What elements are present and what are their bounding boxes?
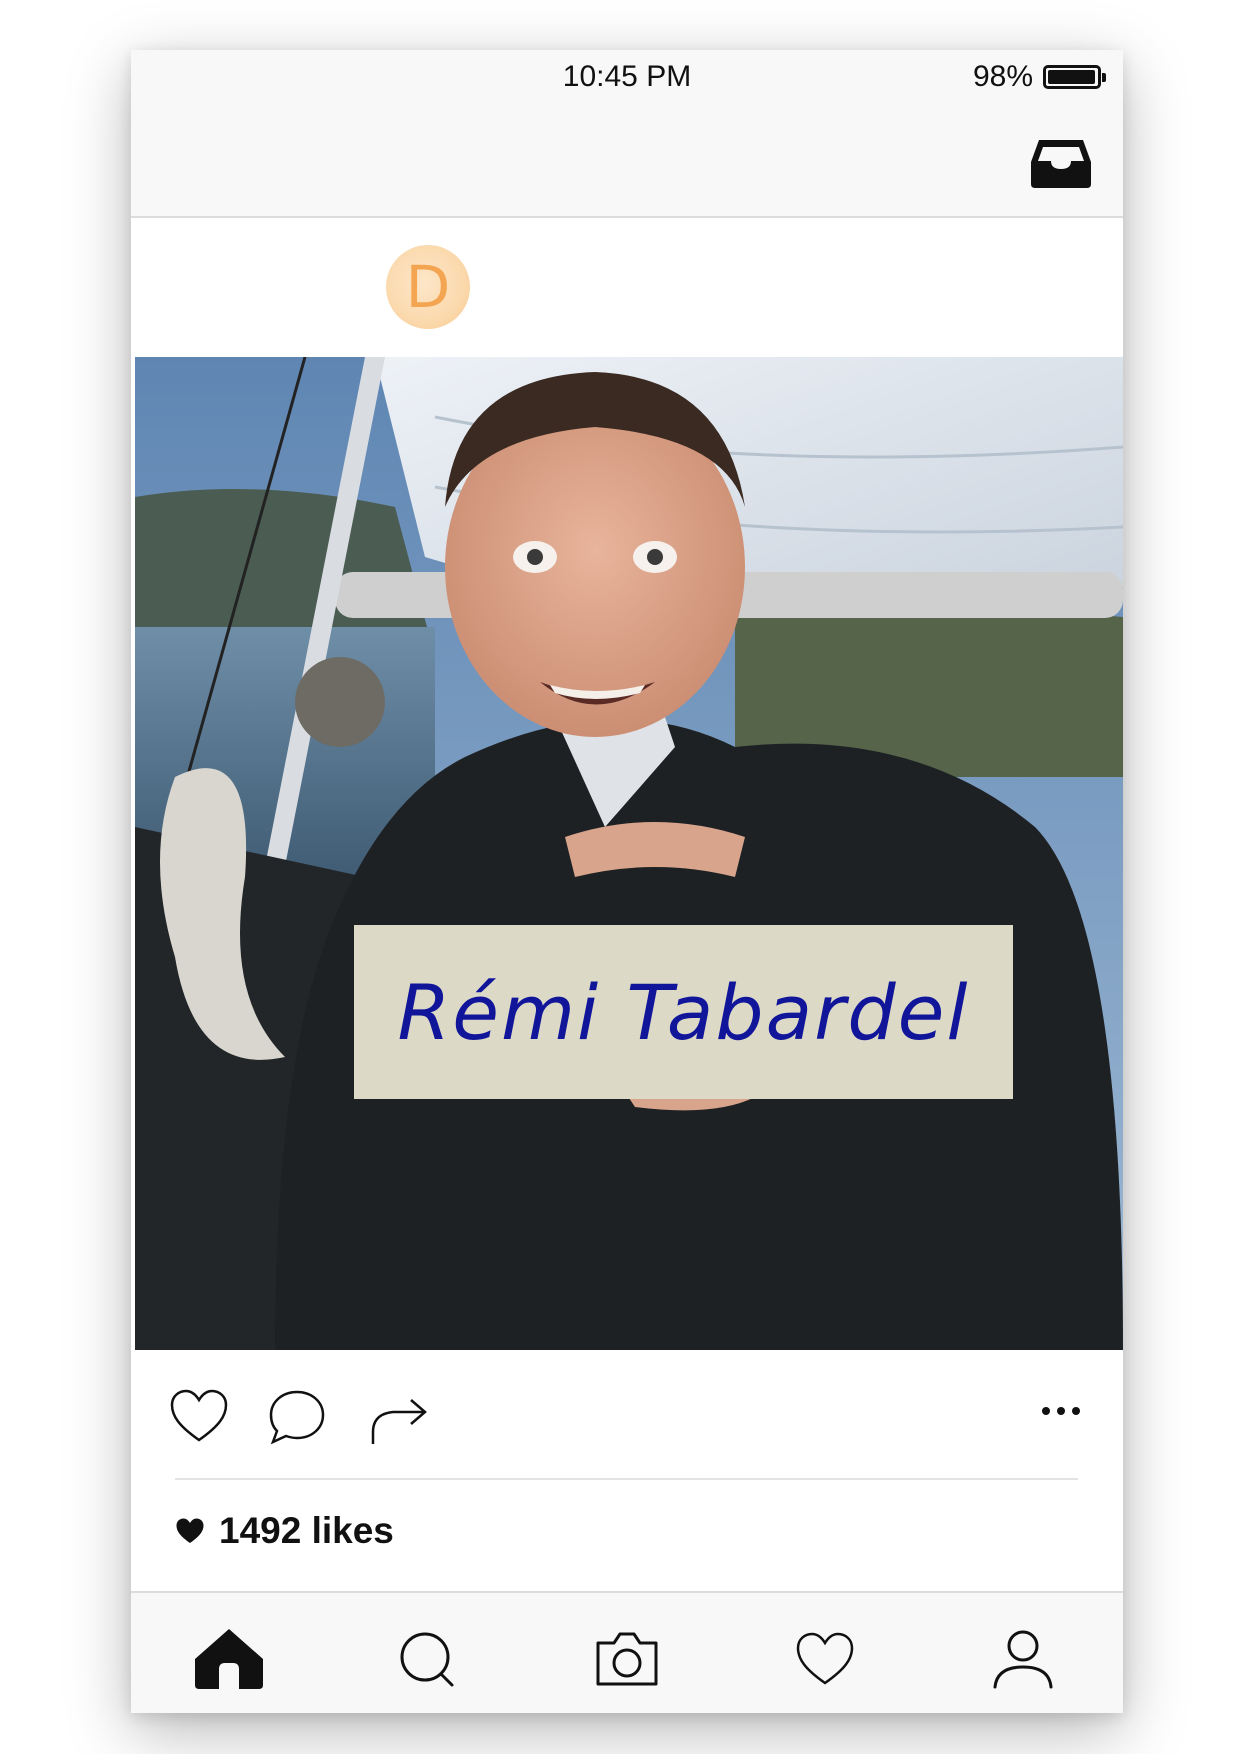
likes-row: 1492 likes bbox=[175, 1510, 394, 1552]
battery-percent: 98% bbox=[972, 60, 1033, 93]
nav-profile-icon[interactable] bbox=[987, 1623, 1059, 1695]
nav-heart-icon[interactable] bbox=[789, 1623, 861, 1695]
post-photo[interactable]: Rémi Tabardel bbox=[135, 357, 1123, 1350]
battery-icon bbox=[1043, 65, 1106, 89]
name-card: Rémi Tabardel bbox=[354, 925, 1013, 1099]
share-arrow-icon[interactable] bbox=[369, 1390, 431, 1453]
heart-icon[interactable] bbox=[169, 1388, 229, 1449]
avatar-letter: D bbox=[405, 253, 451, 321]
post-actions bbox=[131, 1352, 1123, 1472]
likes-count[interactable]: 1492 likes bbox=[219, 1510, 394, 1552]
battery-status: 98% bbox=[972, 60, 1106, 94]
nav-search-icon[interactable] bbox=[391, 1623, 463, 1695]
phone-frame: 10:45 PM 98% D Rémi Tabardel 1492 likes bbox=[131, 50, 1123, 1713]
bottom-nav bbox=[131, 1591, 1123, 1713]
nav-camera-icon[interactable] bbox=[591, 1623, 663, 1695]
top-bar: 10:45 PM 98% bbox=[131, 50, 1123, 218]
name-card-text: Rémi Tabardel bbox=[397, 967, 970, 1057]
more-dots-icon[interactable] bbox=[1041, 1404, 1081, 1422]
battery-level-fill bbox=[1048, 70, 1095, 84]
inbox-tray-icon[interactable] bbox=[1029, 134, 1093, 190]
avatar[interactable]: D bbox=[386, 245, 470, 329]
sailboat-photo-illustration bbox=[135, 357, 1123, 1350]
post-header: D bbox=[131, 218, 1123, 356]
likes-heart-icon bbox=[176, 1518, 204, 1543]
nav-home-icon[interactable] bbox=[193, 1623, 265, 1695]
divider bbox=[175, 1478, 1078, 1480]
comment-bubble-icon[interactable] bbox=[267, 1388, 327, 1451]
